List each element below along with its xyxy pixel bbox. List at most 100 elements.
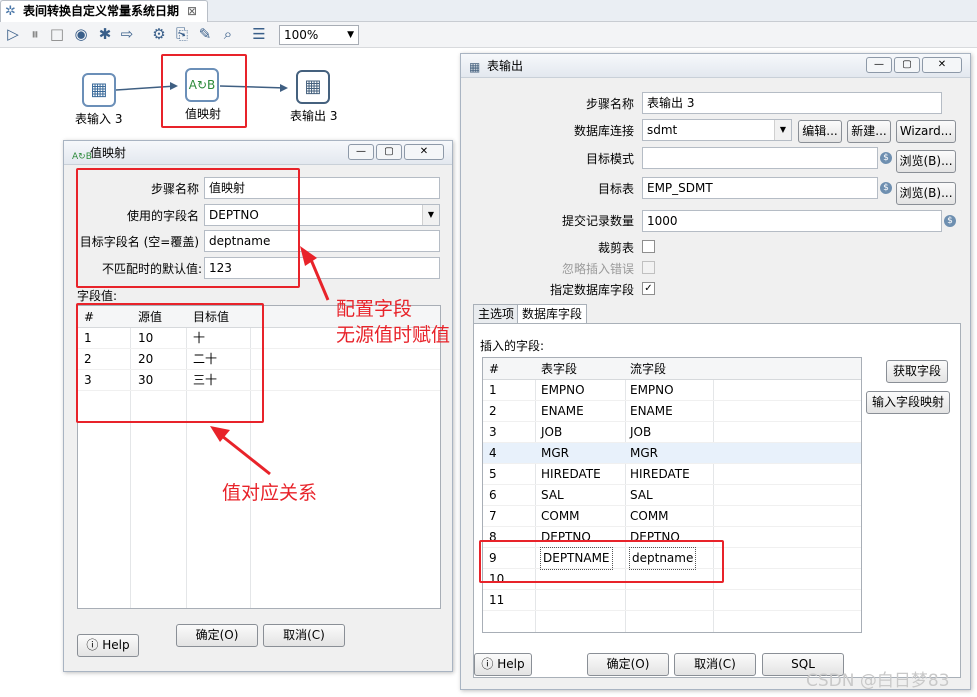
impact-icon[interactable]: ⎘: [173, 25, 191, 43]
window-controls: — ▢ ✕: [866, 57, 962, 73]
node-label-table-output: 表输出 3: [290, 109, 338, 123]
close-button[interactable]: ✕: [922, 57, 962, 73]
sql-icon[interactable]: ✎: [196, 25, 214, 43]
get-fields-button[interactable]: 获取字段: [886, 360, 948, 383]
variable-icon: $: [880, 182, 892, 194]
dialog-title: 值映射: [90, 146, 127, 160]
table-output-dialog: ▦ 表输出 — ▢ ✕ 步骤名称 表输出 3 数据库连接 sdmt ▼ 编辑..…: [460, 53, 971, 690]
ok-button[interactable]: 确定(O): [587, 653, 669, 676]
help-button[interactable]: ⓘ Help: [77, 634, 139, 657]
node-highlight-box: [161, 54, 247, 128]
target-table-input[interactable]: EMP_SDMT: [642, 177, 878, 199]
specify-fields-label: 指定数据库字段: [549, 283, 634, 297]
editor-tab[interactable]: ✲ 表间转换自定义常量系统日期 ⊠: [0, 0, 208, 22]
insert-fields-grid[interactable]: # 表字段 流字段 1 EMPNO EMPNO 2 ENAME ENAME 3 JOB JO…: [482, 357, 862, 633]
connection-label: 数据库连接: [573, 124, 634, 138]
table-output-icon[interactable]: ▦: [296, 70, 330, 104]
insert-fields-label: 插入的字段:: [480, 339, 545, 353]
help-icon: ⓘ: [86, 638, 103, 652]
table-row[interactable]: 4 MGR MGR: [483, 443, 861, 464]
dialog-title: 表输出: [487, 59, 524, 73]
minimize-button[interactable]: —: [348, 144, 374, 160]
commit-size-input[interactable]: 1000: [642, 210, 942, 232]
browse-table-button[interactable]: 浏览(B)...: [896, 182, 956, 205]
target-schema-input[interactable]: [642, 147, 878, 169]
ignore-errors-label: 忽略插入错误: [561, 262, 634, 276]
deptname-highlight-box: [479, 540, 724, 583]
grid-header: # 表字段 流字段: [483, 358, 861, 380]
watermark: CSDN @白日梦83: [806, 671, 950, 691]
table-row[interactable]: 11: [483, 590, 861, 611]
help-icon: ⓘ: [481, 657, 498, 671]
connection-value: sdmt: [647, 123, 678, 137]
zoom-value: 100%: [284, 28, 319, 42]
table-input-icon[interactable]: ▦: [82, 73, 116, 107]
toolbar: ▷ ⏸ □ ◉ ✱ ⇨ ⚙ ⎘ ✎ ⌕ ☰ 100% ▼: [0, 22, 977, 48]
table-row[interactable]: 6 SAL SAL: [483, 485, 861, 506]
node-label-table-input: 表输入 3: [75, 112, 123, 126]
table-output-icon: ▦: [469, 60, 481, 74]
truncate-label: 裁剪表: [597, 241, 634, 255]
help-button[interactable]: ⓘ Help: [474, 653, 532, 676]
results-icon[interactable]: ☰: [250, 25, 268, 43]
specify-fields-checkbox[interactable]: ✓: [642, 282, 655, 295]
new-connection-button[interactable]: 新建...: [847, 120, 891, 143]
cancel-button[interactable]: 取消(C): [263, 624, 345, 647]
database-fields-panel: 插入的字段: # 表字段 流字段 1 EMPNO EMPNO 2 ENAME ENAME…: [473, 323, 961, 678]
close-button[interactable]: ✕: [404, 144, 444, 160]
preview-icon[interactable]: ◉: [72, 25, 90, 43]
chevron-down-icon: ▼: [347, 30, 354, 40]
cancel-button[interactable]: 取消(C): [674, 653, 756, 676]
ok-button[interactable]: 确定(O): [176, 624, 258, 647]
replay-icon[interactable]: ⇨: [118, 25, 136, 43]
minimize-button[interactable]: —: [866, 57, 892, 73]
field-values-label: 字段值:: [77, 289, 118, 303]
pause-icon[interactable]: ⏸: [26, 25, 44, 43]
variable-icon: $: [944, 215, 956, 227]
maximize-button[interactable]: ▢: [376, 144, 402, 160]
ignore-errors-checkbox[interactable]: [642, 261, 655, 274]
truncate-checkbox[interactable]: [642, 240, 655, 253]
edit-connection-button[interactable]: 编辑...: [798, 120, 842, 143]
explore-db-icon[interactable]: ⌕: [219, 25, 237, 43]
table-row[interactable]: 3 JOB JOB: [483, 422, 861, 443]
browse-schema-button[interactable]: 浏览(B)...: [896, 150, 956, 173]
transformation-icon: ✲: [5, 4, 16, 19]
column-header[interactable]: 流字段: [630, 358, 666, 380]
value-mapper-icon: A↻B: [72, 152, 92, 162]
verify-icon[interactable]: ⚙: [150, 25, 168, 43]
zoom-select[interactable]: 100% ▼: [279, 25, 359, 45]
stop-icon[interactable]: □: [48, 25, 66, 43]
target-table-label: 目标表: [597, 182, 634, 196]
table-row[interactable]: 2 ENAME ENAME: [483, 401, 861, 422]
annotation-mapping: 值对应关系: [222, 482, 318, 504]
commit-size-label: 提交记录数量: [561, 214, 634, 228]
window-controls: — ▢ ✕: [348, 144, 444, 160]
tab-database-fields[interactable]: 数据库字段: [517, 304, 587, 324]
maximize-button[interactable]: ▢: [894, 57, 920, 73]
debug-icon[interactable]: ✱: [96, 25, 114, 43]
table-row[interactable]: 5 HIREDATE HIREDATE: [483, 464, 861, 485]
config-highlight-box: [76, 168, 300, 288]
target-schema-label: 目标模式: [585, 152, 634, 166]
chevron-down-icon[interactable]: ▼: [422, 205, 439, 225]
annotation-default: 无源值时赋值: [336, 324, 451, 346]
step-name-label: 步骤名称: [585, 97, 634, 111]
variable-icon: $: [880, 152, 892, 164]
close-icon[interactable]: ⊠: [187, 1, 197, 21]
editor-tab-title: 表间转换自定义常量系统日期: [23, 4, 180, 18]
editor-tab-bar: ✲ 表间转换自定义常量系统日期 ⊠: [0, 0, 977, 22]
annotation-config: 配置字段: [336, 298, 413, 320]
column-header[interactable]: #: [489, 358, 499, 380]
input-field-mapping-button[interactable]: 输入字段映射: [866, 391, 950, 414]
table-row[interactable]: 7 COMM COMM: [483, 506, 861, 527]
chevron-down-icon[interactable]: ▼: [774, 120, 791, 140]
column-header[interactable]: 表字段: [541, 358, 577, 380]
step-name-field[interactable]: 表输出 3: [642, 92, 942, 114]
connection-select[interactable]: sdmt ▼: [642, 119, 792, 141]
mapping-highlight-box: [76, 303, 264, 423]
table-row[interactable]: 1 EMPNO EMPNO: [483, 380, 861, 401]
wizard-button[interactable]: Wizard...: [896, 120, 956, 143]
tab-main-options[interactable]: 主选项: [473, 304, 520, 324]
run-icon[interactable]: ▷: [4, 25, 22, 43]
